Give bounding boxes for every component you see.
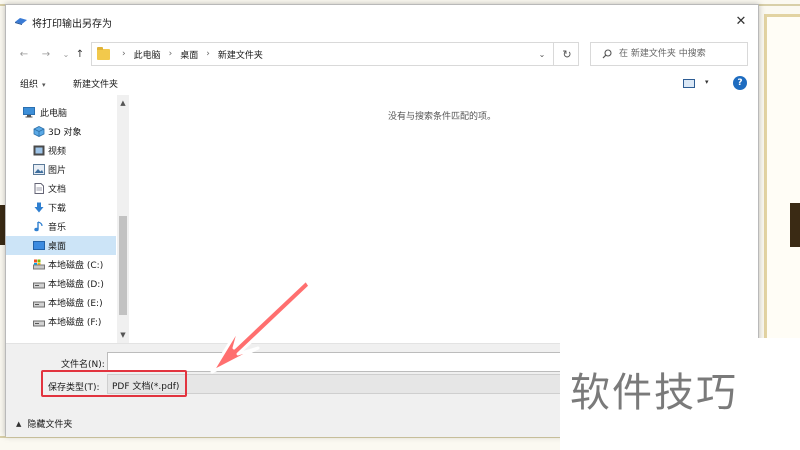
sidebar-item-3d-objects[interactable]: 3D 对象 (6, 122, 116, 141)
search-icon (602, 49, 612, 59)
search-box[interactable] (590, 42, 748, 66)
desktop-icon (33, 241, 45, 250)
back-arrow-icon: ← (19, 48, 29, 60)
breadcrumb-this-pc[interactable]: 此电脑 (134, 48, 161, 61)
command-bar: 组织 ▾ 新建文件夹 ▾ ? (6, 73, 758, 95)
annotation-highlight-box (41, 370, 187, 397)
refresh-button[interactable]: ↻ (559, 46, 575, 62)
sidebar-item-label: 图片 (48, 166, 67, 176)
filename-label: 文件名(N): (61, 360, 105, 370)
watermark: 软件技巧 (560, 338, 800, 450)
back-button[interactable]: ← (16, 46, 32, 62)
new-folder-label: 新建文件夹 (73, 80, 119, 90)
sidebar-item-desktop[interactable]: 桌面 (6, 236, 116, 255)
pictures-icon (33, 164, 45, 175)
empty-results-message: 没有与搜索条件匹配的项。 (388, 112, 497, 122)
drive-icon (33, 301, 45, 308)
background-edge (790, 203, 800, 247)
navigation-bar: ← → ⌄ ↑ › 此电脑 › 桌面 › 新建文件夹 ⌄ ↻ 在 新建文件夹 中… (6, 37, 758, 71)
sidebar-item-pictures[interactable]: 图片 (6, 160, 116, 179)
chevron-down-icon: ▼ (120, 331, 126, 339)
drive-c-icon (33, 259, 45, 270)
caret-down-icon: ▾ (42, 81, 46, 89)
sidebar-item-this-pc[interactable]: 此电脑 (6, 103, 116, 122)
chevron-down-icon: ⌄ (538, 49, 546, 59)
breadcrumb-desktop[interactable]: 桌面 (180, 48, 198, 61)
breadcrumb-separator[interactable]: › (206, 49, 210, 59)
view-options-icon[interactable] (683, 79, 695, 88)
address-divider (553, 43, 554, 65)
filename-input[interactable] (107, 352, 563, 372)
address-history-button[interactable]: ⌄ (534, 46, 550, 62)
breadcrumb-new-folder[interactable]: 新建文件夹 (218, 48, 263, 61)
search-input[interactable] (619, 45, 744, 63)
forward-arrow-icon: → (41, 48, 51, 60)
sidebar-item-label: 本地磁盘 (D:) (48, 280, 104, 290)
sidebar-item-documents[interactable]: 文档 (6, 179, 116, 198)
sidebar-item-downloads[interactable]: 下载 (6, 198, 116, 217)
hide-folders-button[interactable]: ▲ 隐藏文件夹 (16, 417, 73, 431)
forward-button[interactable]: → (38, 46, 54, 62)
sidebar-item-drive-f[interactable]: 本地磁盘 (F:) (6, 312, 116, 331)
download-icon (34, 202, 44, 213)
sidebar-item-label: 3D 对象 (48, 128, 82, 138)
up-button[interactable]: ↑ (72, 46, 88, 62)
folder-icon (97, 47, 110, 60)
scroll-up-button[interactable]: ▲ (117, 97, 129, 109)
sidebar-item-videos[interactable]: 视频 (6, 141, 116, 160)
hide-folders-label: 隐藏文件夹 (27, 420, 73, 430)
breadcrumb-separator[interactable]: › (169, 49, 173, 59)
up-arrow-icon: ↑ (75, 48, 85, 60)
help-icon: ? (737, 78, 743, 88)
sidebar-item-label: 本地磁盘 (F:) (48, 318, 102, 328)
close-icon: ✕ (735, 13, 747, 29)
address-bar[interactable]: › 此电脑 › 桌面 › 新建文件夹 ⌄ ↻ (91, 42, 579, 66)
sidebar-item-drive-e[interactable]: 本地磁盘 (E:) (6, 293, 116, 312)
sidebar-item-label: 下载 (48, 204, 67, 214)
organize-label: 组织 (20, 80, 39, 90)
sidebar-item-label: 此电脑 (40, 109, 68, 119)
sidebar-item-drive-c[interactable]: 本地磁盘 (C:) (6, 255, 116, 274)
dialog-title: 将打印输出另存为 (32, 19, 112, 30)
3d-objects-icon (33, 126, 45, 137)
drive-icon (33, 282, 45, 289)
sidebar-item-label: 本地磁盘 (C:) (48, 261, 104, 271)
sidebar-item-label: 桌面 (48, 242, 67, 252)
watermark-text: 软件技巧 (570, 370, 738, 416)
printer-app-icon (15, 18, 27, 25)
chevron-up-icon: ▲ (120, 99, 126, 107)
sidebar-item-drive-d[interactable]: 本地磁盘 (D:) (6, 274, 116, 293)
annotation-arrow-icon (210, 278, 312, 374)
sidebar-item-label: 音乐 (48, 223, 67, 233)
music-icon (34, 221, 43, 232)
navigation-pane: 此电脑 3D 对象 视频 图片 文档 下载 音乐 桌面 本地磁盘 (C:) 本地… (6, 95, 130, 343)
sidebar-item-label: 本地磁盘 (E:) (48, 299, 103, 309)
close-button[interactable]: ✕ (724, 5, 758, 37)
chevron-down-icon: ⌄ (62, 49, 70, 59)
breadcrumb: › 此电脑 › 桌面 › 新建文件夹 (114, 43, 263, 65)
sidebar-item-label: 文档 (48, 185, 67, 195)
title-bar: 将打印输出另存为 ✕ (6, 5, 758, 37)
organize-button[interactable]: 组织 ▾ (20, 77, 46, 90)
documents-icon (34, 183, 44, 194)
sidebar-item-music[interactable]: 音乐 (6, 217, 116, 236)
sidebar-item-label: 视频 (48, 147, 67, 157)
view-caret-icon[interactable]: ▾ (705, 78, 709, 86)
help-button[interactable]: ? (733, 76, 747, 90)
breadcrumb-separator: › (122, 49, 126, 59)
drive-icon (33, 320, 45, 327)
new-folder-button[interactable]: 新建文件夹 (73, 77, 118, 90)
navigation-scrollbar[interactable]: ▲ ▼ (117, 95, 129, 343)
computer-icon (23, 107, 35, 118)
scroll-down-button[interactable]: ▼ (117, 329, 129, 341)
video-icon (33, 145, 45, 156)
chevron-up-icon: ▲ (16, 419, 22, 428)
refresh-icon: ↻ (562, 47, 572, 61)
scrollbar-thumb[interactable] (119, 216, 127, 315)
